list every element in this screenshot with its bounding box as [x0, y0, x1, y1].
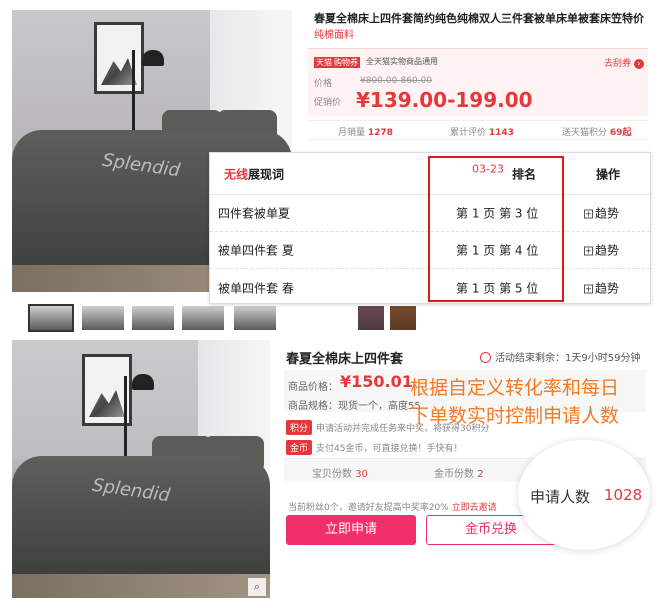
section-divider — [0, 332, 660, 340]
coin-info: 金币 支付45金币，可直接兑换！手快有！ — [286, 440, 462, 455]
clock-icon — [480, 352, 491, 363]
annotation-line: 下单数实时控制申请人数 — [410, 405, 620, 427]
wall-picture-frame — [94, 22, 144, 94]
annotation-line: 根据自定义转化率和每日 — [410, 377, 620, 399]
countdown-timer: 活动结束剩余：1天9小时59分钟 — [480, 349, 640, 364]
item-count: 宝贝份数 30 — [312, 469, 368, 480]
coin-count: 金币份数 2 — [434, 469, 484, 480]
applicants-label: 申请人数 — [530, 488, 591, 506]
thumbnail[interactable] — [182, 306, 224, 330]
apply-button[interactable]: 立即申请 — [286, 515, 416, 545]
thumbnail[interactable] — [390, 306, 416, 330]
keyword-cell: 被单四件套 春 — [218, 281, 294, 295]
plus-box-icon: + — [584, 246, 593, 256]
price-label: 价格 — [314, 79, 333, 89]
trial-price: ¥150.01 — [340, 372, 413, 391]
applicants-count: 1028 — [604, 486, 643, 504]
invite-link[interactable]: 立即去邀请 — [452, 503, 497, 513]
stat-monthly-sales: 月销量 1278 — [338, 128, 393, 138]
annotation-text: 根据自定义转化率和每日 下单数实时控制申请人数 — [410, 374, 650, 430]
keyword-cell: 被单四件套 夏 — [218, 243, 294, 258]
plus-box-icon: + — [584, 284, 593, 293]
rank-highlight-box — [428, 156, 564, 302]
fans-info: 当前粉丝0个，邀请好友提高中奖率20% 立即去邀请 — [288, 503, 497, 513]
brand-label[interactable]: 纯棉面料 — [314, 26, 354, 41]
floor-lamp-head — [132, 374, 154, 390]
keyword-cell: 四件套被单夏 — [218, 206, 291, 221]
get-coupon-link[interactable]: 去刮券 › — [604, 56, 645, 69]
zoom-icon[interactable]: ⌕ — [248, 578, 266, 596]
thumbnail[interactable] — [82, 306, 124, 330]
floor-lamp-head — [142, 50, 164, 66]
coupon-note: 全天猫实物商品通用 — [366, 57, 438, 66]
trial-price-label: 商品价格： — [288, 382, 338, 393]
arrow-right-icon: › — [634, 59, 645, 69]
trend-button[interactable]: + 趋势 — [584, 242, 619, 259]
stat-points: 送天猫积分 69起 — [562, 128, 632, 138]
trend-button[interactable]: + 趋势 — [584, 205, 619, 222]
trial-product-image[interactable]: Splendid — [12, 340, 270, 598]
stat-reviews[interactable]: 累计评价 1143 — [450, 125, 514, 138]
promo-price-label: 促销价 — [314, 98, 342, 108]
original-price: ¥800.00-860.00 — [360, 76, 432, 86]
column-action: 操作 — [596, 167, 621, 181]
trial-spec: 商品规格：现货一个，高度55 — [288, 401, 421, 412]
tmall-tag: 天猫 — [314, 57, 334, 68]
thumbnail[interactable] — [132, 306, 174, 330]
trial-product-title: 春夏全棉床上四件套 — [286, 352, 404, 367]
sales-stats: 月销量 1278 累计评价 1143 送天猫积分 69起 — [308, 120, 648, 140]
thumbnail[interactable] — [28, 304, 74, 332]
product-title: 春夏全棉床上四件套简约纯色纯棉双人三件套被单床单被套床笠特价 — [314, 12, 644, 25]
trend-button[interactable]: + 趋势 — [584, 279, 619, 296]
coupon-tag: 购物券 — [332, 57, 360, 68]
column-keyword: 无线展现词 — [224, 167, 285, 181]
coin-tag: 金币 — [286, 440, 313, 455]
promo-price: ¥139.00-199.00 — [356, 88, 533, 112]
plus-box-icon: + — [584, 209, 593, 219]
floor — [12, 574, 270, 598]
thumbnail[interactable] — [358, 306, 384, 330]
bed-duvet — [12, 456, 270, 576]
thumbnail[interactable] — [234, 306, 276, 330]
points-tag: 积分 — [286, 420, 313, 435]
